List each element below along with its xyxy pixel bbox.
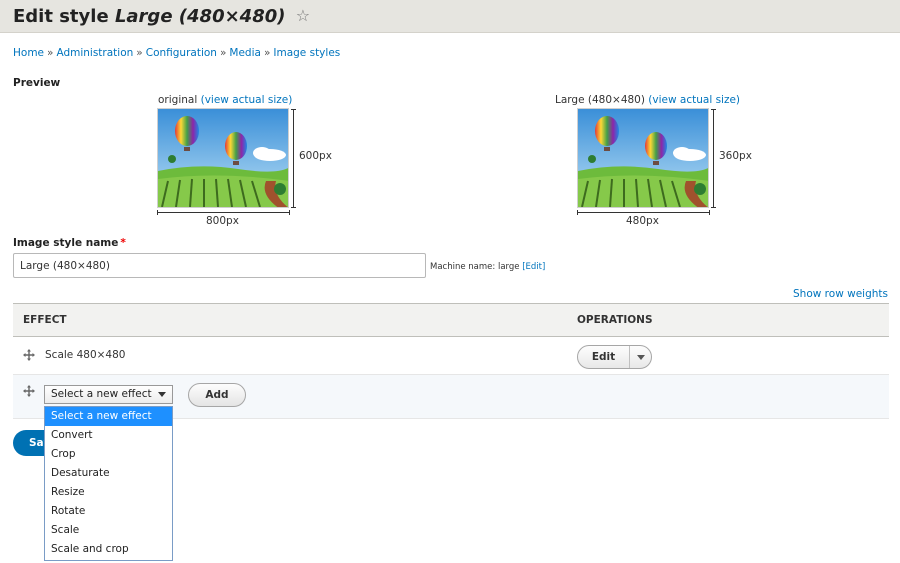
breadcrumb-separator: » — [47, 47, 54, 59]
height-dimension-line — [291, 109, 296, 208]
effect-options-dropdown: Select a new effect Convert Crop Desatur… — [44, 406, 173, 561]
dropdown-option[interactable]: Resize — [45, 483, 172, 502]
chevron-down-icon[interactable] — [630, 346, 652, 368]
preview-original-width: 800px — [206, 215, 239, 227]
drag-handle-icon[interactable] — [23, 349, 35, 361]
dropdown-option[interactable]: Scale — [45, 521, 172, 540]
page-header: Edit style Large (480×480) ☆ — [0, 0, 900, 33]
required-marker: * — [120, 237, 126, 249]
dropdown-option[interactable]: Crop — [45, 445, 172, 464]
breadcrumb-media[interactable]: Media — [229, 47, 261, 59]
table-header: EFFECT OPERATIONS — [13, 303, 889, 337]
machine-name-edit-link[interactable]: [Edit] — [522, 262, 545, 272]
page-title-prefix: Edit style — [13, 6, 109, 27]
dropdown-option[interactable]: Convert — [45, 426, 172, 445]
breadcrumb-configuration[interactable]: Configuration — [146, 47, 217, 59]
image-style-name-label: Image style name * — [13, 237, 126, 249]
preview-derived-width: 480px — [626, 215, 659, 227]
preview-original-height: 600px — [299, 150, 332, 162]
balloon-landscape-image — [158, 109, 288, 207]
preview-original-caption-text: original — [158, 94, 198, 106]
preview-derived-height: 360px — [719, 150, 752, 162]
dropdown-option[interactable]: Select a new effect — [45, 407, 172, 426]
view-actual-size-derived-link[interactable]: (view actual size) — [648, 94, 740, 106]
view-actual-size-original-link[interactable]: (view actual size) — [201, 94, 293, 106]
balloon-landscape-image — [578, 109, 708, 207]
star-icon[interactable]: ☆ — [296, 6, 310, 25]
machine-name-text: Machine name: large — [430, 262, 520, 272]
page-title: Edit style Large (480×480) ☆ — [13, 6, 310, 27]
width-dimension-line — [577, 210, 710, 215]
breadcrumb-image-styles[interactable]: Image styles — [273, 47, 340, 59]
breadcrumb-separator: » — [219, 47, 227, 59]
drag-handle-icon[interactable] — [23, 385, 35, 397]
table-row: Scale 480×480 Edit — [13, 337, 889, 375]
preview-derived-caption-text: Large (480×480) — [555, 94, 645, 106]
preview-original: original (view actual size) 600px 800px — [157, 94, 337, 229]
breadcrumb: Home» Administration» Configuration» Media»… — [13, 47, 340, 59]
preview-original-caption: original (view actual size) — [158, 94, 292, 106]
show-row-weights-link[interactable]: Show row weights — [793, 288, 888, 300]
page-title-style: Large (480×480) — [114, 6, 286, 27]
breadcrumb-home[interactable]: Home — [13, 47, 44, 59]
preview-derived: Large (480×480) (view actual size) 360px… — [555, 94, 755, 229]
height-dimension-line — [711, 109, 716, 208]
breadcrumb-separator: » — [136, 47, 143, 59]
edit-dropbutton: Edit — [577, 345, 652, 369]
add-effect-button[interactable]: Add — [188, 383, 246, 407]
machine-name: Machine name: large [Edit] — [430, 262, 545, 272]
new-effect-select[interactable]: Select a new effect — [44, 385, 173, 404]
preview-original-image[interactable] — [157, 108, 289, 208]
operations-column-header: OPERATIONS — [577, 314, 653, 326]
preview-derived-caption: Large (480×480) (view actual size) — [555, 94, 740, 106]
edit-button[interactable]: Edit — [578, 346, 630, 368]
effect-name: Scale 480×480 — [45, 349, 126, 361]
dropdown-option[interactable]: Scale and crop — [45, 540, 172, 559]
width-dimension-line — [157, 210, 290, 215]
breadcrumb-separator: » — [263, 47, 271, 59]
chevron-down-icon — [158, 392, 166, 397]
image-style-name-input[interactable] — [13, 253, 426, 278]
image-style-name-label-text: Image style name — [13, 237, 119, 249]
new-effect-select-value: Select a new effect — [51, 388, 152, 400]
dropdown-option[interactable]: Rotate — [45, 502, 172, 521]
preview-derived-image[interactable] — [577, 108, 709, 208]
dropdown-option[interactable]: Desaturate — [45, 464, 172, 483]
breadcrumb-administration[interactable]: Administration — [56, 47, 133, 59]
effect-column-header: EFFECT — [23, 314, 67, 326]
effects-table: EFFECT OPERATIONS Scale 480×480 Edit Sel… — [13, 303, 889, 419]
preview-label: Preview — [13, 77, 61, 89]
